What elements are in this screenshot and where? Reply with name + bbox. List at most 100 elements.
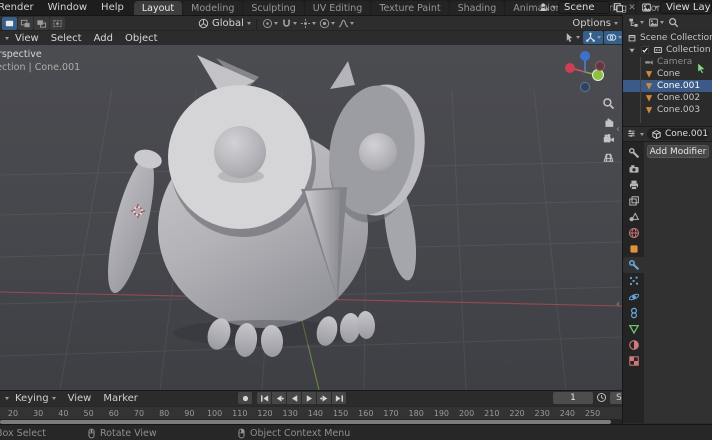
tab-object-icon: [628, 243, 640, 255]
workspace-tab-uv-editing[interactable]: UV Editing: [305, 1, 371, 15]
scrollbar-handle[interactable]: [0, 420, 611, 424]
properties-tab-scene[interactable]: [623, 209, 644, 225]
record-button[interactable]: [238, 392, 252, 404]
properties-tab-object-data[interactable]: [623, 321, 644, 337]
select-set-button[interactable]: [2, 17, 17, 30]
timeline-menu-marker[interactable]: Marker: [97, 393, 144, 404]
playback-controls: [238, 392, 346, 404]
menu-help[interactable]: Help: [94, 0, 131, 15]
menu-window[interactable]: Window: [41, 0, 94, 15]
workspace-tab-sculpting[interactable]: Sculpting: [243, 1, 303, 15]
transform-pivot-button[interactable]: [262, 18, 278, 29]
orientation-chevron-icon[interactable]: [247, 22, 251, 25]
toggle-ortho-button[interactable]: [602, 151, 615, 164]
jump-first-button[interactable]: [257, 392, 271, 404]
gizmo-toggle[interactable]: [583, 31, 603, 44]
camera-view-button[interactable]: [602, 133, 615, 146]
outliner-row-cone-003[interactable]: Cone.003: [623, 104, 712, 116]
view-layer-chevron-icon[interactable]: [654, 6, 658, 9]
viewport-canvas[interactable]: [0, 45, 622, 390]
next-keyframe-button[interactable]: [317, 392, 331, 404]
frame-ruler[interactable]: 2030405060708090100110120130140150160170…: [0, 406, 622, 419]
visibility-toggle[interactable]: [562, 31, 582, 44]
frame-tick: 40: [58, 409, 68, 418]
timeline-menu-keying[interactable]: Keying: [9, 393, 62, 404]
mouse-cursor-icon: [696, 62, 707, 74]
proportional-editing-button[interactable]: [319, 18, 335, 29]
tree-guide-line: [640, 57, 641, 123]
region-collapse-icon[interactable]: ‹: [616, 300, 620, 310]
select-subtract-button[interactable]: [34, 17, 49, 30]
properties-tab-output[interactable]: [623, 177, 644, 193]
properties-tab-constraints[interactable]: [623, 305, 644, 321]
unlink-scene-button[interactable]: ✕: [626, 1, 638, 14]
scene-browse-chevron-icon[interactable]: [552, 6, 556, 9]
workspace-tab-modeling[interactable]: Modeling: [183, 1, 242, 15]
prev-keyframe-button[interactable]: [272, 392, 286, 404]
outliner-row-scene-collection[interactable]: Scene Collection: [623, 32, 712, 44]
navigation-gizmo[interactable]: [562, 47, 608, 93]
frame-tick: 30: [33, 409, 43, 418]
snap-magnet-button[interactable]: [281, 18, 297, 29]
snap-target-button[interactable]: [300, 18, 316, 29]
menu-render[interactable]: Render: [0, 0, 41, 15]
frame-tick: 90: [184, 409, 194, 418]
zoom-button[interactable]: [602, 97, 615, 110]
frame-tick: 180: [409, 409, 424, 418]
outliner-display-mode-button[interactable]: [628, 17, 644, 28]
new-scene-button[interactable]: [612, 1, 624, 14]
tool-settings-bar: Global Options: [0, 15, 622, 30]
properties-tab-physics[interactable]: [623, 289, 644, 305]
pan-hand-button[interactable]: [602, 115, 615, 128]
play-button[interactable]: [302, 392, 316, 404]
view-layer-icon[interactable]: [640, 1, 652, 14]
viewport-menu-object[interactable]: Object: [119, 33, 164, 44]
properties-tab-material[interactable]: [623, 337, 644, 353]
view-layer-field[interactable]: View Layer: [660, 1, 712, 14]
proportional-falloff-button[interactable]: [338, 18, 354, 29]
scene-icon[interactable]: [538, 1, 550, 14]
properties-tab-modifiers[interactable]: [623, 257, 644, 273]
region-collapse-icon[interactable]: ‹: [616, 125, 620, 135]
owl-model[interactable]: [99, 55, 434, 358]
object-cube-icon: [651, 129, 662, 140]
select-intersect-button[interactable]: [50, 17, 65, 30]
properties-tab-texture[interactable]: [623, 353, 644, 369]
frame-tick: 240: [560, 409, 575, 418]
workspace-tab-shading[interactable]: Shading: [450, 1, 505, 15]
orientation-icon[interactable]: [198, 18, 209, 30]
properties-tab-view-layer[interactable]: [623, 193, 644, 209]
scene-name-field[interactable]: Scene: [558, 1, 610, 14]
properties-tab-world[interactable]: [623, 225, 644, 241]
viewport-3d[interactable]: User Perspective (1) Collection | Cone.0…: [0, 45, 622, 390]
overlays-toggle[interactable]: [604, 31, 624, 44]
add-modifier-button[interactable]: Add Modifier: [647, 145, 709, 158]
current-frame-field[interactable]: 1: [553, 392, 593, 404]
blender-window: RenderWindowHelp LayoutModelingSculpting…: [0, 0, 712, 440]
orientation-label[interactable]: Global: [212, 18, 244, 29]
select-extend-button[interactable]: [18, 17, 33, 30]
properties-tab-particles[interactable]: [623, 273, 644, 289]
properties-tab-tool[interactable]: [623, 145, 644, 161]
viewport-menu-add[interactable]: Add: [88, 33, 119, 44]
outliner-row-collection[interactable]: Collection: [623, 44, 712, 56]
workspace-tab-texture-paint[interactable]: Texture Paint: [371, 1, 448, 15]
viewport-menu-view[interactable]: View: [9, 33, 45, 44]
time-icon[interactable]: [596, 392, 607, 404]
outliner-row-cone-001[interactable]: Cone.001: [623, 80, 712, 92]
properties-editor-icon[interactable]: [626, 128, 637, 140]
play-reverse-button[interactable]: [287, 392, 301, 404]
workspace-tab-layout[interactable]: Layout: [134, 1, 182, 15]
outliner-filter-button[interactable]: [648, 17, 664, 28]
properties-tab-object[interactable]: [623, 241, 644, 257]
outliner-header: [623, 15, 712, 30]
options-dropdown[interactable]: Options: [572, 16, 618, 31]
properties-editor-chevron-icon[interactable]: [640, 133, 644, 136]
properties-tab-render[interactable]: [623, 161, 644, 177]
timeline-menu-view[interactable]: View: [62, 393, 98, 404]
properties-breadcrumb[interactable]: Cone.001: [647, 128, 709, 140]
outliner-row-cone-002[interactable]: Cone.002: [623, 92, 712, 104]
outliner-search-button[interactable]: [668, 17, 679, 28]
jump-last-button[interactable]: [332, 392, 346, 404]
viewport-menu-select[interactable]: Select: [45, 33, 88, 44]
